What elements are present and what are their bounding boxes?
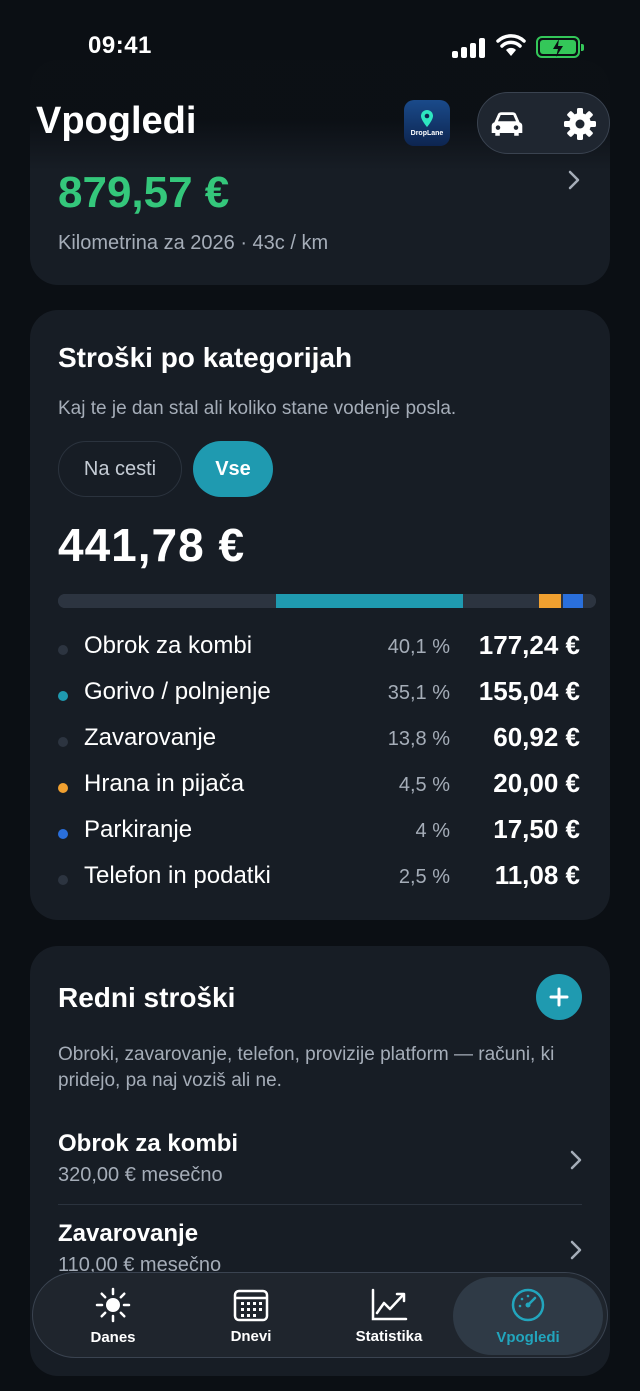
bar-segment-3 bbox=[539, 594, 561, 608]
car-icon bbox=[491, 112, 523, 136]
category-color-dot bbox=[58, 691, 68, 701]
tab-label: Danes bbox=[90, 1328, 136, 1346]
category-name: Gorivo / polnjenje bbox=[84, 678, 271, 705]
category-percent: 4 % bbox=[415, 820, 450, 842]
categories-title: Stroški po kategorijah bbox=[58, 342, 353, 373]
category-row: Gorivo / polnjenje 35,1 % 155,04 € bbox=[58, 670, 580, 716]
tab-bar: Danes Dnevi Statistika Vpogledi bbox=[32, 1272, 608, 1358]
category-percent: 2,5 % bbox=[398, 866, 450, 888]
bar-segment-2 bbox=[465, 594, 537, 608]
category-name: Telefon in podatki bbox=[84, 862, 271, 889]
tab-label: Statistika bbox=[355, 1327, 423, 1345]
logo-text: DropLane bbox=[410, 129, 444, 137]
vehicle-button[interactable] bbox=[489, 106, 525, 142]
gear-icon bbox=[564, 108, 596, 140]
bar-segment-5 bbox=[585, 594, 596, 608]
category-name: Parkiranje bbox=[84, 816, 193, 843]
category-color-dot bbox=[58, 875, 68, 885]
tab-statistika[interactable]: Statistika bbox=[329, 1273, 449, 1359]
gauge-icon bbox=[511, 1288, 545, 1321]
category-value: 155,04 € bbox=[478, 676, 580, 706]
status-time: 09:41 bbox=[88, 32, 152, 59]
app-logo: DropLane bbox=[404, 100, 450, 146]
category-value: 20,00 € bbox=[493, 768, 580, 798]
categories-total: 441,78 € bbox=[58, 519, 246, 571]
battery-icon bbox=[536, 36, 584, 58]
tab-label: Dnevi bbox=[230, 1327, 272, 1345]
mileage-amount: 879,57 € bbox=[58, 168, 230, 217]
category-row: Parkiranje 4 % 17,50 € bbox=[58, 808, 580, 854]
tab-vpogledi[interactable]: Vpogledi bbox=[453, 1277, 603, 1355]
recurring-item[interactable]: Zavarovanje 110,00 € mesečno bbox=[58, 1220, 582, 1277]
category-name: Obrok za kombi bbox=[84, 632, 253, 659]
recurring-title: Redni stroški bbox=[58, 982, 236, 1013]
category-percent: 35,1 % bbox=[387, 682, 450, 704]
page-header: Vpogledi DropLane bbox=[0, 92, 640, 162]
segment-on-road[interactable]: Na cesti bbox=[58, 441, 182, 497]
plus-icon bbox=[549, 987, 569, 1007]
settings-button[interactable] bbox=[562, 106, 598, 142]
chevron-right-icon bbox=[568, 170, 580, 190]
categories-description: Kaj te je dan stal ali koliko stane vode… bbox=[58, 398, 457, 419]
category-value: 17,50 € bbox=[493, 814, 580, 844]
category-row: Obrok za kombi 40,1 % 177,24 € bbox=[58, 624, 580, 670]
category-value: 11,08 € bbox=[494, 860, 580, 890]
tab-danes[interactable]: Danes bbox=[53, 1273, 173, 1359]
tab-dnevi[interactable]: Dnevi bbox=[191, 1273, 311, 1359]
recurring-item-name: Zavarovanje bbox=[58, 1220, 199, 1247]
segment-all[interactable]: Vse bbox=[193, 441, 273, 497]
category-list: Obrok za kombi 40,1 % 177,24 € Gorivo / … bbox=[58, 624, 580, 900]
recurring-item-name: Obrok za kombi bbox=[58, 1130, 239, 1157]
bar-segment-1 bbox=[276, 594, 463, 608]
category-name: Zavarovanje bbox=[84, 724, 217, 751]
bar-segment-4 bbox=[563, 594, 583, 608]
list-divider bbox=[58, 1204, 582, 1205]
category-color-dot bbox=[58, 829, 68, 839]
recurring-item-amount: 320,00 € mesečno bbox=[58, 1164, 223, 1186]
category-value: 177,24 € bbox=[478, 630, 580, 660]
category-color-dot bbox=[58, 645, 68, 655]
category-color-dot bbox=[58, 737, 68, 747]
wifi-icon bbox=[496, 34, 526, 56]
chevron-right-icon bbox=[570, 1240, 582, 1260]
chart-line-icon bbox=[371, 1288, 408, 1320]
mileage-subtitle: Kilometrina za 2026 · 43c / km bbox=[58, 232, 329, 254]
category-breakdown-bar bbox=[58, 594, 596, 608]
cellular-signal-icon bbox=[452, 36, 488, 58]
chevron-right-icon bbox=[570, 1150, 582, 1170]
category-percent: 4,5 % bbox=[398, 774, 450, 796]
category-row: Telefon in podatki 2,5 % 11,08 € bbox=[58, 854, 580, 900]
category-percent: 13,8 % bbox=[387, 728, 450, 750]
recurring-description: Obroki, zavarovanje, telefon, provizije … bbox=[58, 1044, 555, 1091]
bar-segment-0 bbox=[58, 594, 274, 608]
categories-card: Stroški po kategorijah Kaj te je dan sta… bbox=[30, 310, 610, 920]
category-value: 60,92 € bbox=[493, 722, 580, 752]
map-pin-icon bbox=[421, 109, 433, 127]
category-row: Zavarovanje 13,8 % 60,92 € bbox=[58, 716, 580, 762]
tab-label: Vpogledi bbox=[496, 1328, 560, 1346]
page-title: Vpogledi bbox=[36, 100, 197, 142]
recurring-item[interactable]: Obrok za kombi 320,00 € mesečno bbox=[58, 1130, 582, 1187]
category-row: Hrana in pijača 4,5 % 20,00 € bbox=[58, 762, 580, 808]
sun-icon bbox=[95, 1287, 131, 1322]
status-bar: 09:41 bbox=[0, 0, 640, 90]
header-actions bbox=[477, 92, 610, 154]
add-recurring-button[interactable] bbox=[536, 974, 582, 1020]
calendar-icon bbox=[233, 1289, 269, 1321]
category-percent: 40,1 % bbox=[387, 636, 450, 658]
category-name: Hrana in pijača bbox=[84, 770, 245, 797]
category-color-dot bbox=[58, 783, 68, 793]
